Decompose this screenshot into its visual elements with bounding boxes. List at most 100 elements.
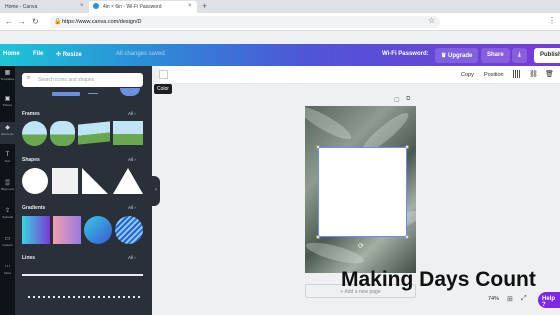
close-icon[interactable]: ×	[188, 3, 192, 9]
rotate-handle-icon[interactable]: ⟳	[358, 242, 364, 250]
frame-scalloped[interactable]	[50, 121, 75, 146]
fern-leaf	[305, 106, 355, 145]
menu-icon[interactable]: ⋮	[548, 16, 556, 25]
section-title: Frames	[22, 111, 40, 117]
back-icon[interactable]: ←	[5, 17, 13, 26]
color-swatch[interactable]	[159, 70, 168, 79]
shape-right-triangle[interactable]	[82, 168, 108, 194]
shape-triangle[interactable]	[113, 168, 143, 194]
line-dotted[interactable]	[28, 296, 140, 298]
close-icon[interactable]: ×	[80, 3, 84, 9]
file-button[interactable]: File	[33, 51, 43, 57]
shape-circle[interactable]	[22, 168, 48, 194]
see-all-label: All	[128, 205, 134, 210]
section-title: Gradients	[22, 205, 46, 211]
rail-folders[interactable]: ▭ Folders	[0, 236, 15, 247]
crown-icon: ♛	[441, 53, 449, 59]
share-button[interactable]: Share	[481, 48, 510, 63]
frame-circle[interactable]	[22, 121, 47, 146]
rail-label: Folders	[2, 243, 13, 247]
gradient-pink-violet[interactable]	[53, 216, 81, 244]
grid-view-icon[interactable]: ⊞	[507, 295, 513, 303]
resize-button[interactable]: ✣ Resize	[56, 51, 82, 58]
rail-photos[interactable]: ▣ Photos	[0, 96, 15, 107]
see-all-label: All	[128, 111, 134, 116]
element-thumb[interactable]	[88, 90, 98, 94]
resize-handle[interactable]	[316, 145, 320, 149]
rail-text[interactable]: T Text	[0, 152, 15, 163]
home-button[interactable]: Home	[3, 51, 20, 57]
star-icon[interactable]: ☆	[428, 16, 435, 25]
rail-background[interactable]: ▒ Bkground	[0, 180, 15, 191]
download-button[interactable]: ⤓	[512, 48, 527, 63]
upgrade-button[interactable]: ♛ Upgrade	[435, 48, 479, 63]
rail-elements[interactable]: ◆ Elements	[0, 122, 15, 144]
rail-more[interactable]: ⋯ More	[0, 264, 15, 275]
shape-square[interactable]	[52, 168, 78, 194]
canva-favicon-icon	[93, 3, 99, 9]
text-icon: T	[5, 152, 10, 158]
resize-icon: ✣	[56, 52, 63, 58]
help-button[interactable]: Help ?	[538, 292, 560, 308]
position-button[interactable]: Position	[484, 72, 504, 78]
notes-icon[interactable]: ▢	[394, 96, 400, 103]
selected-white-frame[interactable]	[318, 147, 407, 237]
rail-templates[interactable]: ▦ Templates	[0, 70, 15, 81]
see-all-shapes[interactable]: All ›	[128, 157, 136, 162]
folder-icon: ▭	[4, 236, 11, 242]
search-input[interactable]: ⌕ Search icons and shapes	[22, 73, 143, 87]
rail-label: Text	[4, 159, 11, 163]
rail-label: Elements	[1, 132, 14, 136]
see-all-label: All	[128, 157, 134, 162]
frame-banner[interactable]	[78, 121, 110, 145]
resize-label: Resize	[62, 52, 82, 58]
templates-icon: ▦	[4, 70, 11, 76]
resize-handle[interactable]	[405, 145, 409, 149]
collapse-panel-handle[interactable]: ‹	[152, 176, 160, 206]
tab-design[interactable]: 4in × 6in - Wi-Fi Password ×	[89, 1, 197, 13]
gradient-striped-circle[interactable]	[115, 216, 143, 244]
rail-label: Bkground	[1, 187, 14, 191]
download-icon: ⤓	[518, 52, 521, 58]
rail-uploads[interactable]: ⇪ Uploads	[0, 208, 15, 219]
url-text: https://www.canva.com/design/D	[62, 19, 142, 25]
frame-rect[interactable]	[113, 121, 143, 145]
elements-icon: ◆	[5, 125, 10, 131]
resize-handle[interactable]	[316, 235, 320, 239]
gradient-cyan-purple[interactable]	[22, 216, 50, 244]
search-icon: ⌕	[27, 75, 31, 81]
reload-icon[interactable]: ↻	[32, 17, 39, 26]
resize-handle[interactable]	[405, 235, 409, 239]
zoom-level[interactable]: 74%	[488, 296, 499, 302]
document-title[interactable]: Wi-Fi Password:	[382, 51, 429, 57]
rail-label: Uploads	[1, 215, 13, 219]
save-status: All changes saved	[116, 51, 165, 57]
element-thumb[interactable]	[52, 92, 80, 96]
overlay-caption: Making Days Count	[341, 268, 536, 291]
section-title: Shapes	[22, 157, 40, 163]
document-title-text: Wi-Fi Password	[382, 51, 427, 57]
duplicate-page-icon[interactable]: ⧉	[406, 96, 410, 103]
trash-icon[interactable]: 🗑	[545, 70, 554, 78]
fullscreen-icon[interactable]: ⤢	[521, 295, 527, 303]
rail-label: Photos	[2, 103, 13, 107]
tab-home[interactable]: Home - Canva ×	[0, 1, 88, 13]
photos-icon: ▣	[4, 96, 11, 102]
see-all-lines[interactable]: All ›	[128, 255, 136, 260]
transparency-icon[interactable]	[513, 70, 520, 78]
fern-leaf	[305, 238, 366, 268]
url-input[interactable]: 🔒 https://www.canva.com/design/D	[50, 16, 440, 28]
upgrade-label: Upgrade	[448, 53, 473, 59]
gradient-circle[interactable]	[84, 216, 112, 244]
see-all-label: All	[128, 255, 134, 260]
see-all-gradients[interactable]: All ›	[128, 205, 136, 210]
see-all-frames[interactable]: All ›	[128, 111, 136, 116]
link-icon[interactable]: ⛓	[529, 70, 538, 78]
new-tab-icon[interactable]: +	[202, 1, 207, 11]
line-solid[interactable]	[22, 274, 143, 276]
forward-icon[interactable]: →	[18, 17, 26, 26]
tab-home-title: Home - Canva	[5, 4, 38, 10]
publish-button[interactable]: Publish	[534, 48, 560, 63]
lock-icon: 🔒	[54, 19, 62, 25]
copy-button[interactable]: Copy	[461, 72, 474, 78]
